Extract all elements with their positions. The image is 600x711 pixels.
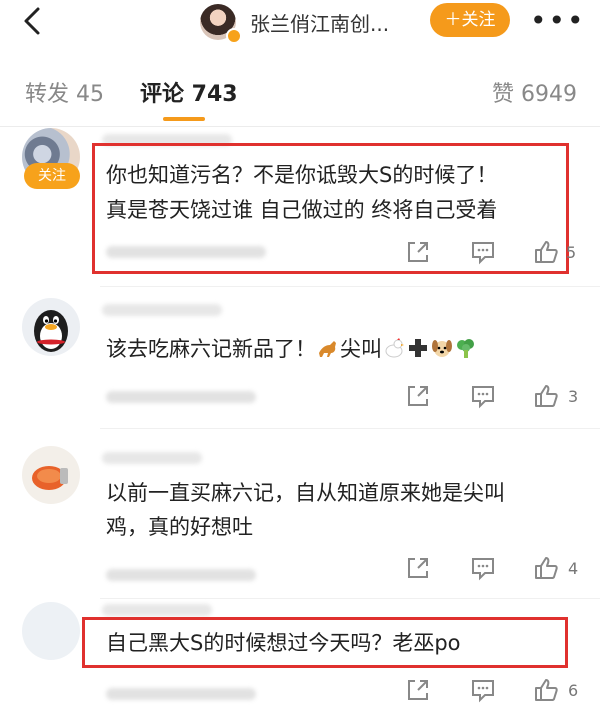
username-blurred <box>102 604 212 616</box>
comment-icon[interactable] <box>469 554 497 582</box>
like-count: 3 <box>568 387 579 406</box>
follow-tag[interactable]: 关注 <box>24 163 80 189</box>
comment-avatar[interactable] <box>22 298 80 356</box>
comment-icon[interactable] <box>469 238 497 266</box>
share-icon[interactable] <box>404 554 432 582</box>
comment-text-line: 鸡，真的好想吐 <box>106 515 253 539</box>
follow-button[interactable]: ＋关注 <box>430 3 510 37</box>
like-count: 4 <box>568 559 579 578</box>
username-blurred <box>102 304 222 316</box>
tabs-divider <box>0 126 600 127</box>
page-title: 张兰俏江南创... <box>250 12 390 36</box>
timestamp-blurred <box>106 688 256 700</box>
comment-icon[interactable] <box>469 676 497 704</box>
share-icon[interactable] <box>404 238 432 266</box>
like-icon[interactable] <box>532 554 560 582</box>
tab-active-indicator <box>163 117 205 121</box>
share-icon[interactable] <box>404 676 432 704</box>
comment-avatar[interactable] <box>22 602 80 660</box>
like-icon[interactable] <box>532 676 560 704</box>
comment-icon[interactable] <box>469 382 497 410</box>
comment-text-line: 你也知道污名？不是你诋毁大S的时候了！ <box>106 163 498 187</box>
username-blurred <box>102 452 202 464</box>
comment-text-line: 以前一直买麻六记，自从知道原来她是尖叫 <box>106 481 505 505</box>
timestamp-blurred <box>106 246 266 258</box>
comment-separator <box>100 428 600 429</box>
share-icon[interactable] <box>404 382 432 410</box>
more-icon[interactable]: ••• <box>530 4 586 37</box>
tab-likes[interactable]: 赞 6949 <box>492 76 577 108</box>
verified-badge-icon <box>226 28 242 44</box>
comment-text-line: 真是苍天饶过谁 自己做过的 终将自己受着 <box>106 198 498 222</box>
plus-emoji-icon <box>409 339 427 357</box>
like-count: 6 <box>568 681 579 700</box>
like-icon[interactable] <box>532 238 560 266</box>
horse-emoji-icon <box>319 341 336 357</box>
chicken-emoji-icon <box>385 338 404 358</box>
broccoli-emoji-icon <box>457 339 474 358</box>
timestamp-blurred <box>106 569 256 581</box>
comment-text-part: 尖叫 <box>340 337 382 361</box>
tab-reposts[interactable]: 转发 45 <box>25 76 104 108</box>
dog-emoji-icon <box>432 340 452 357</box>
comment-avatar[interactable] <box>22 446 80 504</box>
tab-comments[interactable]: 评论 743 <box>140 76 238 108</box>
comment-text-part: 该去吃麻六记新品了！ <box>106 337 316 361</box>
like-icon[interactable] <box>532 382 560 410</box>
timestamp-blurred <box>106 391 256 403</box>
comment-text: 自己黑大S的时候想过今天吗？老巫po <box>106 631 461 655</box>
comment-separator <box>100 598 600 599</box>
comment-text: 该去吃麻六记新品了！ 尖叫 <box>106 332 478 366</box>
like-count: 5 <box>566 243 577 262</box>
comment-separator <box>100 286 600 287</box>
back-arrow-icon[interactable] <box>18 6 48 36</box>
